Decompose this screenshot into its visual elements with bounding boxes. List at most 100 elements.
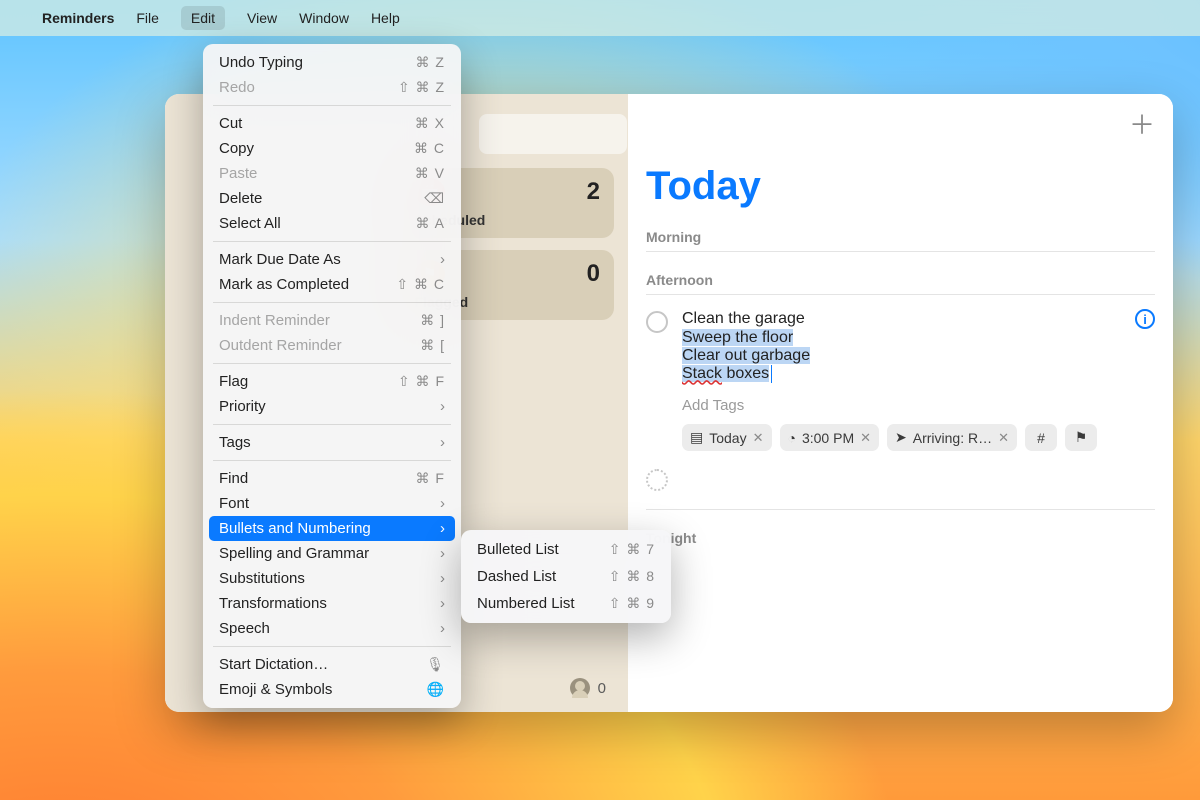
menu-item-tags[interactable]: Tags › (203, 430, 461, 455)
chevron-right-icon: › (440, 434, 445, 451)
shortcut: ⇧ ⌘ 8 (609, 568, 655, 585)
menubar: Reminders File Edit View Window Help (0, 0, 1200, 36)
menu-item-mark-due-date-as[interactable]: Mark Due Date As› (203, 247, 461, 272)
shortcut: ⌘ Z (416, 54, 445, 71)
add-reminder-button[interactable]: ＋ (1129, 112, 1155, 138)
shared-icon[interactable] (570, 678, 590, 698)
reminder-title[interactable]: Clean the garage (682, 310, 805, 328)
menu-item-label: Flag (219, 373, 248, 390)
menu-item-label: Tags (219, 434, 251, 451)
menu-item-label: Copy (219, 140, 254, 157)
menu-separator (213, 363, 451, 364)
menu-item-font[interactable]: Font › (203, 491, 461, 516)
remove-icon[interactable]: ✕ (998, 430, 1009, 446)
menu-item-label: Font (219, 495, 249, 512)
menu-view[interactable]: View (247, 10, 277, 26)
shortcut: ⌘ F (416, 470, 445, 487)
menu-item-find[interactable]: Find⌘ F (203, 466, 461, 491)
reminder-item[interactable]: Clean the garage i Sweep the floor Clear… (646, 309, 1155, 383)
complete-toggle-empty[interactable] (646, 469, 668, 491)
menu-item-copy[interactable]: Copy ⌘ C (203, 136, 461, 161)
shortcut: ⇧ ⌘ C (396, 276, 445, 293)
menu-item-flag[interactable]: Flag ⇧ ⌘ F (203, 369, 461, 394)
menu-separator (213, 105, 451, 106)
shortcut: 🌐 (427, 681, 445, 698)
menu-window[interactable]: Window (299, 10, 349, 26)
complete-toggle[interactable] (646, 311, 668, 333)
menu-item-emoji-symbols[interactable]: Emoji & Symbols🌐 (203, 677, 461, 702)
chip-flag[interactable]: ⚑ (1065, 424, 1097, 451)
menu-edit[interactable]: Edit (181, 6, 225, 30)
menu-item-label: Select All (219, 215, 281, 232)
location-icon: ➤ (895, 429, 907, 446)
shortcut: ⌘ C (414, 140, 445, 157)
chip-location[interactable]: ➤Arriving: R…✕ (887, 424, 1017, 451)
calendar-small-icon: ▤ (690, 429, 703, 446)
menu-separator (213, 424, 451, 425)
menu-separator (213, 646, 451, 647)
shortcut: ⇧ ⌘ Z (398, 79, 445, 96)
menu-item-delete[interactable]: Delete ⌫ (203, 186, 461, 211)
menu-item-bullets-and-numbering[interactable]: Bullets and Numbering › (209, 516, 455, 541)
section-afternoon: Afternoon (646, 272, 1155, 288)
remove-icon[interactable]: ✕ (753, 430, 764, 446)
menu-separator (213, 460, 451, 461)
menu-item-substitutions[interactable]: Substitutions› (203, 566, 461, 591)
menu-separator (213, 241, 451, 242)
shortcut: ⌘ ] (420, 312, 445, 329)
reminder-notes[interactable]: Sweep the floor Clear out garbage Stack … (682, 329, 1155, 383)
chevron-right-icon: › (440, 620, 445, 637)
chip-time[interactable]: ◔3:00 PM✕ (780, 424, 880, 451)
scheduled-count: 2 (587, 178, 600, 206)
submenu-item-dashed-list[interactable]: Dashed List ⇧ ⌘ 8 (461, 563, 671, 590)
menu-file[interactable]: File (136, 10, 159, 26)
chip-tag[interactable]: # (1025, 424, 1057, 451)
text-caret (771, 365, 772, 383)
menu-item-label: Transformations (219, 595, 327, 612)
add-tags[interactable]: Add Tags (682, 397, 1155, 414)
chip-date[interactable]: ▤Today✕ (682, 424, 772, 451)
menu-item-cut[interactable]: Cut⌘ X (203, 111, 461, 136)
app-name[interactable]: Reminders (42, 10, 114, 26)
menu-item-transformations[interactable]: Transformations › (203, 591, 461, 616)
chevron-right-icon: › (440, 545, 445, 562)
search-input[interactable] (479, 114, 627, 154)
menu-item-paste: Paste⌘ V (203, 161, 461, 186)
chevron-right-icon: › (440, 251, 445, 268)
menu-help[interactable]: Help (371, 10, 400, 26)
edit-dropdown-menu: Undo Typing⌘ ZRedo⇧ ⌘ ZCut⌘ XCopy⌘ CPast… (203, 44, 461, 708)
menu-item-label: Start Dictation… (219, 656, 328, 673)
chevron-right-icon: › (440, 570, 445, 587)
menu-item-outdent-reminder: Outdent Reminder⌘ [ (203, 333, 461, 358)
submenu-item-numbered-list[interactable]: Numbered List⇧ ⌘ 9 (461, 590, 671, 617)
chevron-right-icon: › (440, 520, 445, 537)
submenu-item-label: Dashed List (477, 568, 556, 585)
new-reminder-placeholder[interactable] (646, 467, 1155, 491)
section-morning: Morning (646, 229, 1155, 245)
menu-item-spelling-and-grammar[interactable]: Spelling and Grammar› (203, 541, 461, 566)
menu-item-select-all[interactable]: Select All⌘ A (203, 211, 461, 236)
submenu-item-bulleted-list[interactable]: Bulleted List⇧ ⌘ 7 (461, 536, 671, 563)
menu-item-speech[interactable]: Speech › (203, 616, 461, 641)
menu-item-label: Bullets and Numbering (219, 520, 371, 537)
reminder-body[interactable]: Clean the garage i Sweep the floor Clear… (682, 309, 1155, 383)
menu-item-start-dictation-[interactable]: Start Dictation… 🎙 (203, 652, 461, 677)
menu-item-undo-typing[interactable]: Undo Typing⌘ Z (203, 50, 461, 75)
menu-item-mark-as-completed[interactable]: Mark as Completed⇧ ⌘ C (203, 272, 461, 297)
menu-item-label: Delete (219, 190, 262, 207)
divider (646, 294, 1155, 295)
flagged-count: 0 (587, 260, 600, 288)
menu-item-priority[interactable]: Priority› (203, 394, 461, 419)
remove-icon[interactable]: ✕ (860, 430, 871, 446)
info-icon[interactable]: i (1135, 309, 1155, 329)
chevron-right-icon: › (440, 495, 445, 512)
shortcut: ⌫ (424, 190, 445, 207)
menu-item-label: Priority (219, 398, 266, 415)
shared-count: 0 (598, 680, 606, 697)
shortcut: ⌘ V (415, 165, 445, 182)
shortcut: ⌘ X (415, 115, 445, 132)
shortcut: 🎙 (426, 656, 445, 673)
chevron-right-icon: › (440, 595, 445, 612)
menu-item-label: Speech (219, 620, 270, 637)
shortcut: ⇧ ⌘ F (398, 373, 445, 390)
